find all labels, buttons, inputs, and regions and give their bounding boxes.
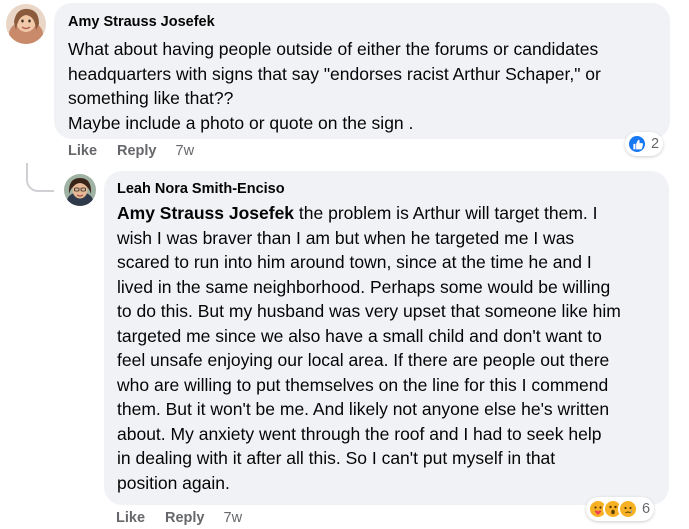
comment-line: position again. (117, 472, 230, 493)
comment-line: lived in the same neighborhood. Perhaps … (117, 276, 611, 297)
comment-line: something like that?? (68, 88, 234, 108)
thread-connector (26, 163, 54, 192)
comment-line: wish I was braver than I am but when he … (117, 227, 575, 248)
avatar-amy[interactable] (6, 4, 46, 44)
comment-line: in dealing with it after all this. So I … (117, 448, 556, 468)
comment-actions: Like Reply 7w (116, 510, 242, 526)
comment-author[interactable]: Leah Nora Smith-Enciso (117, 180, 656, 198)
comment-text: Amy Strauss Josefek the problem is Arthu… (117, 201, 656, 495)
avatar-leah[interactable] (64, 174, 96, 206)
comment-line: feel unsafe enjoying our local area. If … (117, 350, 610, 370)
comment-text: What about having people outside of eith… (68, 37, 656, 135)
reaction-summary[interactable]: 2 (625, 132, 664, 156)
comment-line: them. But it won't be me. And likely not… (117, 399, 610, 419)
reaction-count: 2 (651, 136, 660, 152)
sad-icon (618, 499, 638, 519)
comment-timestamp[interactable]: 7w (176, 143, 195, 159)
comment-line: headquarters with signs that say "endors… (68, 63, 601, 84)
reaction-summary[interactable]: 6 (586, 497, 655, 521)
reaction-count: 6 (642, 501, 651, 517)
comment-author[interactable]: Amy Strauss Josefek (68, 13, 656, 31)
comment-bubble-amy: Amy Strauss Josefek What about having pe… (54, 3, 670, 139)
comment-line: to do this. But my husband was very upse… (117, 301, 621, 321)
comment-line: who are willing to put themselves on the… (117, 374, 609, 395)
comment-line: What about having people outside of eith… (68, 39, 599, 59)
like-icon (627, 134, 647, 154)
comment-actions: Like Reply 7w (68, 143, 194, 159)
like-button[interactable]: Like (116, 510, 145, 526)
comment-line: about. My anxiety went through the roof … (117, 423, 602, 444)
reply-bubble-leah: Leah Nora Smith-Enciso Amy Strauss Josef… (104, 171, 669, 505)
mention-link[interactable]: Amy Strauss Josefek (117, 203, 294, 223)
reply-button[interactable]: Reply (117, 143, 157, 159)
comment-line: Maybe include a photo or quote on the si… (68, 112, 414, 133)
comment-line: targeted me since we also have a small c… (117, 325, 602, 346)
comment-line: scared to run into him around town, sinc… (117, 252, 592, 272)
reply-button[interactable]: Reply (165, 510, 205, 526)
like-button[interactable]: Like (68, 143, 97, 159)
comment-thread: Amy Strauss Josefek What about having pe… (0, 0, 689, 529)
comment-line: Amy Strauss Josefek the problem is Arthu… (117, 203, 598, 223)
comment-timestamp[interactable]: 7w (224, 510, 243, 526)
